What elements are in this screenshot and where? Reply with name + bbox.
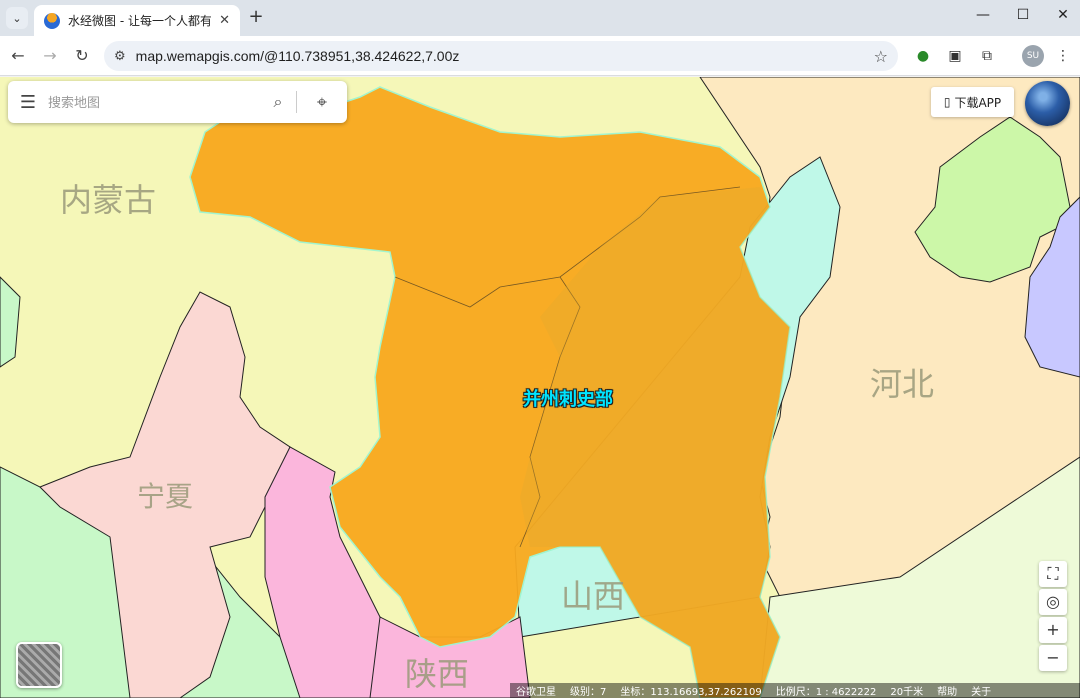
close-window-icon[interactable]: ✕	[1048, 7, 1078, 29]
map-status-bar: 谷歌卫星 级别：7 坐标：113.16693,37.262109 比例尺：1 :…	[510, 683, 1080, 698]
tab-search-icon[interactable]: ⌄	[6, 7, 28, 29]
status-layer[interactable]: 谷歌卫星	[516, 683, 556, 698]
status-level: 级别：7	[570, 687, 607, 698]
url-text[interactable]: map.wemapgis.com/@110.738951,38.424622,7…	[136, 48, 864, 64]
phone-icon: ▯	[943, 95, 951, 109]
region-label-shanxi: 山西	[561, 577, 626, 615]
site-favicon-icon	[44, 12, 60, 29]
focus-region-label[interactable]: 并州刺史部	[523, 385, 613, 411]
locate-icon[interactable]: ◎	[1039, 589, 1067, 615]
download-app-button[interactable]: ▯ 下载APP	[931, 87, 1014, 117]
profile-avatar[interactable]: SU	[1022, 45, 1044, 67]
menu-icon[interactable]: ☰	[8, 92, 48, 113]
extension-2-icon[interactable]: ▣	[944, 45, 966, 67]
new-tab-button[interactable]: +	[246, 8, 266, 28]
browser-toolbar: ← → ↻ ⚙ map.wemapgis.com/@110.738951,38.…	[0, 36, 1080, 76]
close-tab-icon[interactable]: ✕	[219, 13, 230, 28]
back-icon[interactable]: ←	[6, 44, 30, 68]
maximize-icon[interactable]: ☐	[1008, 7, 1038, 29]
browser-tab[interactable]: 水经微图 - 让每一个人都有自己 ✕	[34, 5, 240, 36]
status-scale: 比例尺：1 : 4622222	[775, 687, 877, 698]
region-gansu-top	[0, 276, 21, 368]
bookmark-star-icon[interactable]: ☆	[874, 47, 888, 66]
globe-view-icon[interactable]	[1025, 81, 1070, 126]
help-link[interactable]: 帮助	[937, 683, 957, 698]
tab-bar: ⌄ 水经微图 - 让每一个人都有自己 ✕ + — ☐ ✕	[0, 0, 1080, 36]
site-info-icon[interactable]: ⚙	[114, 49, 126, 64]
address-bar[interactable]: ⚙ map.wemapgis.com/@110.738951,38.424622…	[104, 41, 898, 71]
map-canvas[interactable]: 内蒙古 河北 宁夏 山西 陕西 并州刺史部 ☰ ⌕ ⌖ ▯ 下载APP ⛶ ◎ …	[0, 77, 1080, 698]
zoom-in-button[interactable]: +	[1039, 617, 1067, 643]
zoom-out-button[interactable]: −	[1039, 645, 1067, 671]
search-input[interactable]	[48, 94, 260, 110]
browser-menu-icon[interactable]: ⋮	[1052, 45, 1074, 67]
forward-icon[interactable]: →	[38, 44, 62, 68]
extensions-puzzle-icon[interactable]: ⧉	[976, 45, 998, 67]
download-app-label: 下载APP	[954, 95, 1002, 110]
status-distance: 20千米	[890, 687, 924, 698]
location-pin-icon[interactable]: ⌖	[297, 92, 347, 113]
about-link[interactable]: 关于	[971, 683, 991, 698]
screenshot-icon[interactable]: ⛶	[1039, 561, 1067, 587]
tab-title: 水经微图 - 让每一个人都有自己	[68, 14, 212, 28]
region-label-hebei: 河北	[870, 365, 935, 403]
map-search-box: ☰ ⌕ ⌖	[8, 81, 347, 123]
minimize-icon[interactable]: —	[968, 7, 998, 29]
extension-icon[interactable]: ●	[912, 45, 934, 67]
search-icon[interactable]: ⌕	[260, 92, 296, 112]
layer-switch-thumbnail[interactable]	[16, 642, 62, 688]
region-label-ningxia: 宁夏	[137, 480, 194, 513]
reload-icon[interactable]: ↻	[70, 44, 94, 68]
region-label-shaanxi: 陕西	[405, 655, 470, 693]
region-label-neimenggu: 内蒙古	[60, 181, 157, 219]
status-coordinates: 坐标：113.16693,37.262109	[620, 687, 762, 698]
